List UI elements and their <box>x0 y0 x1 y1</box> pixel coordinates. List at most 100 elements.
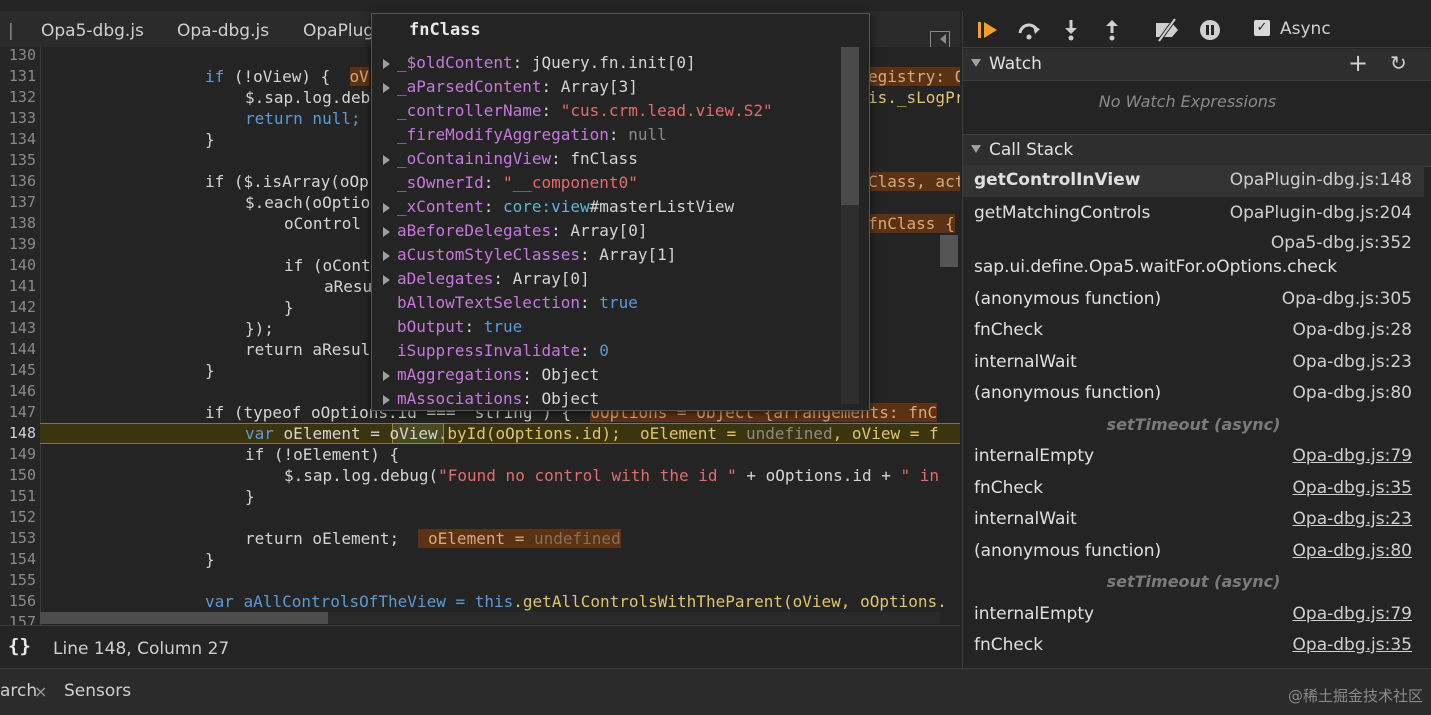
tab-opa5-dbg[interactable]: Opa5-dbg.js <box>41 11 144 47</box>
cursor-position: Line 148, Column 27 <box>53 639 230 659</box>
deactivate-breakpoints-icon[interactable] <box>1153 17 1179 43</box>
code-line: } <box>205 130 215 149</box>
line-number[interactable]: 133 <box>0 108 36 129</box>
line-number[interactable]: 135 <box>0 150 36 171</box>
expand-triangle-icon[interactable] <box>383 59 390 69</box>
line-number[interactable]: 141 <box>0 276 36 297</box>
property-key: bOutput <box>397 317 465 336</box>
callstack-frame[interactable]: internalWait Opa-dbg.js:23 <box>963 352 1424 380</box>
tab-opa-dbg[interactable]: Opa-dbg.js <box>177 11 269 47</box>
line-number[interactable]: 154 <box>0 549 36 570</box>
code-line: aResu <box>324 277 373 296</box>
drawer-tab-sensors[interactable]: Sensors <box>64 681 131 701</box>
inline-value: egistry: O <box>868 66 960 87</box>
expand-triangle-icon[interactable] <box>383 83 390 93</box>
code-line: } <box>284 298 294 317</box>
line-number[interactable]: 151 <box>0 486 36 507</box>
callstack-frame[interactable]: Opa5-dbg.js:352 sap.ui.define.Opa5.waitF… <box>963 233 1424 281</box>
callstack-frame[interactable]: getMatchingControls OpaPlugin-dbg.js:204 <box>963 203 1424 231</box>
callstack-frame[interactable]: fnCheck Opa-dbg.js:35 <box>963 478 1424 506</box>
scrollbar-thumb[interactable] <box>40 612 328 624</box>
line-number[interactable]: 137 <box>0 192 36 213</box>
pretty-print-button[interactable]: {} <box>8 635 31 657</box>
line-number[interactable]: 155 <box>0 570 36 591</box>
expand-triangle-icon[interactable] <box>383 275 390 285</box>
property-row[interactable]: mAssociations: Object <box>383 387 599 410</box>
code-line: return oElement; oElement = undefined <box>245 529 621 548</box>
watch-section-header[interactable]: Watch + ↻ <box>963 49 1431 81</box>
callstack-section-header[interactable]: Call Stack <box>963 134 1431 167</box>
line-number[interactable]: 138 <box>0 213 36 234</box>
pause-on-exceptions-icon[interactable] <box>1197 17 1223 43</box>
debugger-sidebar: ✓ Async Watch + ↻ No Watch Expressions C… <box>962 11 1431 668</box>
property-value: core:view#masterListView <box>502 197 735 216</box>
line-number[interactable]: 157 <box>0 612 36 625</box>
property-row[interactable]: mAggregations: Object <box>383 363 599 387</box>
code-line: if (!oElement) { <box>245 445 400 464</box>
line-number[interactable]: 153 <box>0 528 36 549</box>
callstack-frame[interactable]: internalEmpty Opa-dbg.js:79 <box>963 604 1424 632</box>
callstack-frame[interactable]: (anonymous function) Opa-dbg.js:80 <box>963 541 1424 569</box>
line-number[interactable]: 145 <box>0 360 36 381</box>
line-number[interactable]: 152 <box>0 507 36 528</box>
step-into-icon[interactable] <box>1058 17 1084 43</box>
add-expression-icon[interactable]: + <box>1348 49 1368 77</box>
line-number[interactable]: 144 <box>0 339 36 360</box>
line-number[interactable]: 142 <box>0 297 36 318</box>
expand-triangle-icon[interactable] <box>383 371 390 381</box>
editor-vertical-scrollbar[interactable] <box>940 235 958 267</box>
property-row[interactable]: aDelegates: Array[0] <box>383 267 590 291</box>
property-row[interactable]: _aParsedContent: Array[3] <box>383 75 638 99</box>
callstack-frame[interactable]: fnCheck Opa-dbg.js:35 <box>963 635 1424 663</box>
callstack-frame[interactable]: fnCheck Opa-dbg.js:28 <box>963 320 1424 348</box>
property-row[interactable]: _$oldContent: jQuery.fn.init[0] <box>383 51 696 75</box>
editor-status-bar: {} Line 148, Column 27 <box>0 625 960 668</box>
object-inspector-popover[interactable]: fnClass _$oldContent: jQuery.fn.init[0] _… <box>371 13 870 411</box>
tab-opaplugin-dbg[interactable]: OpaPlug <box>303 11 374 47</box>
line-number[interactable]: 150 <box>0 465 36 486</box>
line-number-current[interactable]: 148 <box>0 423 36 444</box>
property-key: iSuppressInvalidate <box>397 341 581 360</box>
refresh-icon[interactable]: ↻ <box>1390 51 1407 75</box>
popover-scrollbar[interactable] <box>841 47 859 404</box>
step-over-icon[interactable] <box>1016 17 1042 43</box>
resume-icon[interactable] <box>975 17 1001 43</box>
editor-horizontal-scrollbar[interactable] <box>40 612 940 624</box>
tab-scroll-left[interactable]: | <box>8 11 14 47</box>
line-number[interactable]: 130 <box>0 47 36 66</box>
no-watch-expressions: No Watch Expressions <box>1098 92 1277 111</box>
line-number[interactable]: 156 <box>0 591 36 612</box>
callstack-frame[interactable]: internalWait Opa-dbg.js:23 <box>963 509 1424 537</box>
debugger-toolbar: ✓ Async <box>963 11 1431 48</box>
drawer-tab-search[interactable]: arch <box>0 681 37 701</box>
line-number[interactable]: 147 <box>0 402 36 423</box>
property-row[interactable]: _oContainingView: fnClass <box>383 147 638 171</box>
callstack-frame[interactable]: (anonymous function) Opa-dbg.js:305 <box>963 289 1424 317</box>
callstack-frame[interactable]: (anonymous function) Opa-dbg.js:80 <box>963 383 1424 411</box>
line-number[interactable]: 139 <box>0 234 36 255</box>
scrollbar-thumb[interactable] <box>841 47 859 205</box>
expand-triangle-icon[interactable] <box>383 251 390 261</box>
property-key: _xContent <box>397 197 484 216</box>
line-number[interactable]: 132 <box>0 87 36 108</box>
line-number[interactable]: 134 <box>0 129 36 150</box>
callstack-frame-active[interactable]: getControlInView OpaPlugin-dbg.js:148 <box>963 165 1424 197</box>
expand-triangle-icon[interactable] <box>383 155 390 165</box>
line-number[interactable]: 146 <box>0 381 36 402</box>
close-icon[interactable]: × <box>34 682 47 701</box>
line-number[interactable]: 131 <box>0 66 36 87</box>
property-row[interactable]: aBeforeDelegates: Array[0] <box>383 219 647 243</box>
line-number[interactable]: 136 <box>0 171 36 192</box>
property-row[interactable]: _xContent: core:view#masterListView <box>383 195 735 219</box>
expand-triangle-icon[interactable] <box>383 203 390 213</box>
line-number[interactable]: 140 <box>0 255 36 276</box>
async-separator: setTimeout (async) <box>1106 572 1281 591</box>
async-checkbox[interactable]: ✓ <box>1254 20 1270 36</box>
line-number[interactable]: 149 <box>0 444 36 465</box>
step-out-icon[interactable] <box>1099 17 1125 43</box>
property-row[interactable]: aCustomStyleClasses: Array[1] <box>383 243 676 267</box>
expand-triangle-icon[interactable] <box>383 227 390 237</box>
expand-triangle-icon[interactable] <box>383 395 390 405</box>
line-number[interactable]: 143 <box>0 318 36 339</box>
callstack-frame[interactable]: internalEmpty Opa-dbg.js:79 <box>963 446 1424 474</box>
